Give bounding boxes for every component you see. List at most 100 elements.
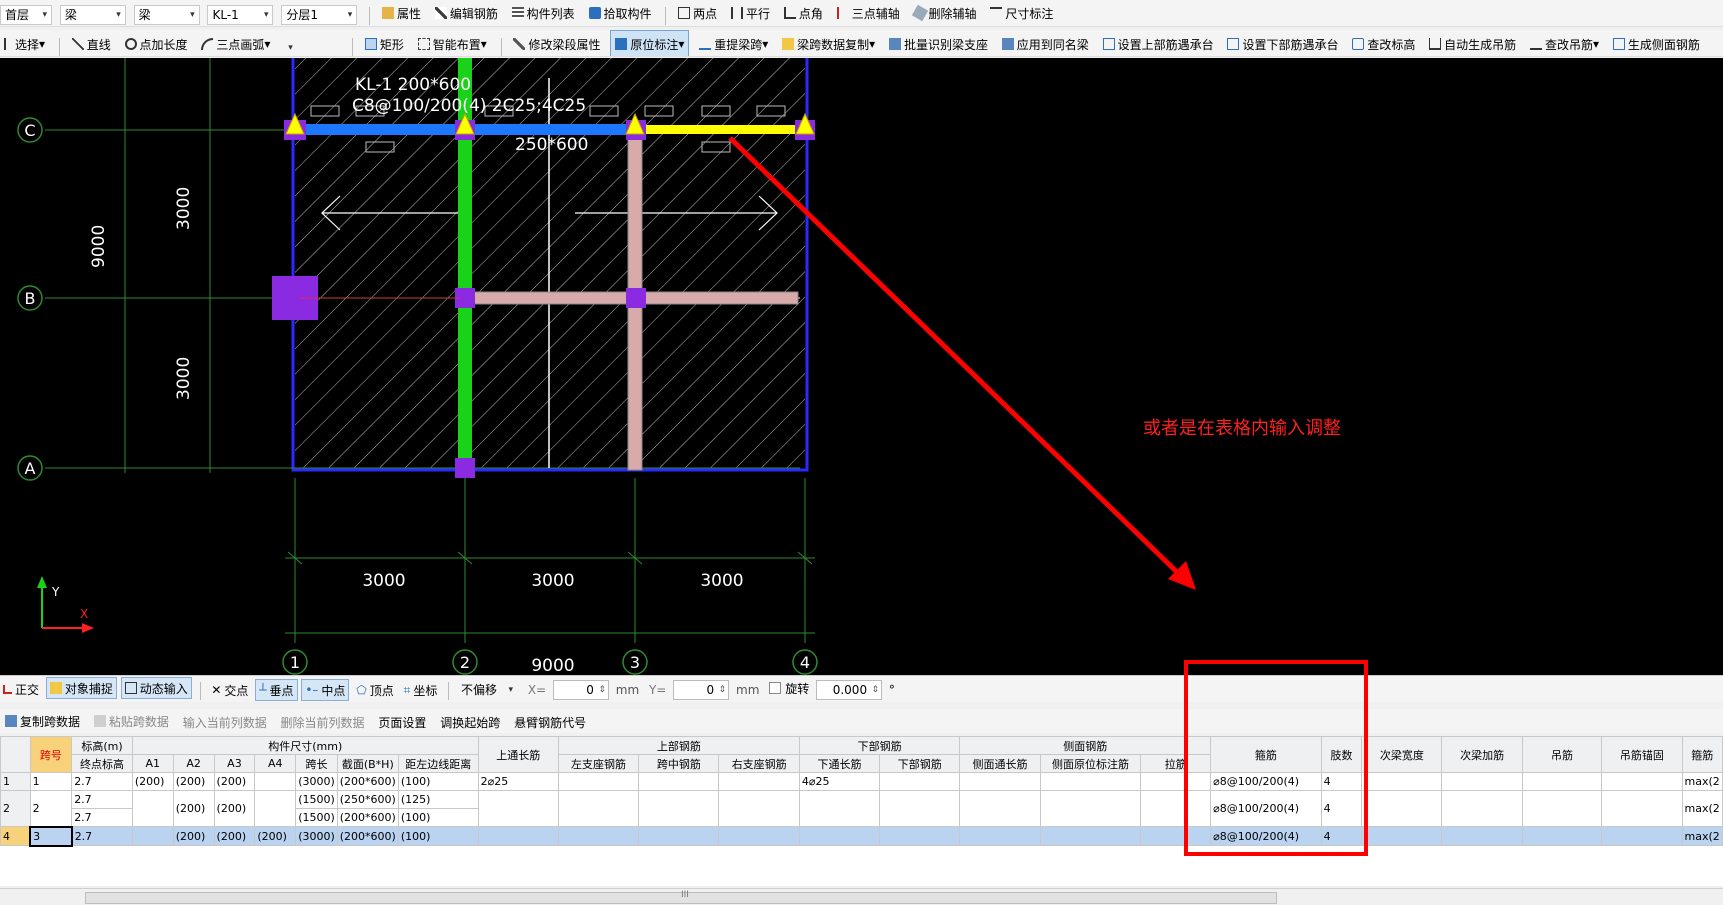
cell-bottom-through[interactable]: 4⌀25 [798, 772, 881, 791]
coordinate-snap[interactable]: ⌗ 坐标 [401, 679, 441, 703]
header-sec-add[interactable]: 次梁加筋 [1441, 736, 1523, 773]
cell-a1[interactable] [131, 826, 174, 846]
header-mid-span[interactable]: 跨中钢筋 [638, 754, 720, 773]
cell-a1[interactable] [131, 790, 174, 827]
cell-stirrup[interactable]: ⌀8@100/200(4) [1210, 826, 1322, 846]
check-hanger-button[interactable]: 查改吊筋 ▾ [1526, 31, 1603, 56]
cell-side-through[interactable] [959, 772, 1041, 791]
side-bar-button[interactable]: 生成侧面钢筋 [1609, 31, 1704, 56]
cell-edge[interactable]: (100) [397, 826, 479, 846]
modify-span-button[interactable]: 修改梁段属性 [509, 31, 604, 56]
line-button[interactable]: 直线 [68, 31, 115, 56]
header-legs[interactable]: 肢数 [1320, 736, 1363, 773]
table-row-selected[interactable]: 4 3 2.7 (200) (200) (200) (3000) (200*60… [0, 825, 1723, 847]
header-bottom-bar[interactable]: 下部钢筋 [879, 754, 961, 773]
header-stirrup-2[interactable]: 箍筋 [1681, 736, 1723, 773]
cell-hanger-anchor[interactable] [1601, 790, 1683, 827]
ortho-toggle[interactable]: 正交 [0, 678, 42, 702]
header-stirrup[interactable]: 箍筋 [1210, 736, 1322, 773]
parallel-button[interactable]: 平行 [727, 0, 774, 26]
header-bottom-through[interactable]: 下通长筋 [798, 754, 881, 773]
copy-span-data-button[interactable]: 复制跨数据 [0, 709, 85, 733]
header-edge-dist[interactable]: 距左边线距离 [397, 754, 479, 773]
cell-edge[interactable]: (100) [397, 808, 479, 827]
cell-span-len[interactable]: (3000) [295, 772, 338, 791]
cell-section[interactable]: (200*600) [336, 808, 399, 827]
set-top-button[interactable]: 设置上部筋遇承台 [1099, 31, 1218, 56]
header-side-origin[interactable]: 侧面原位标注筋 [1039, 754, 1142, 773]
cell-bottom-through[interactable] [798, 826, 881, 846]
batch-support-button[interactable]: 批量识别梁支座 [885, 31, 992, 56]
cell-hanger[interactable] [1521, 826, 1603, 846]
arc-button[interactable]: 三点画弧 ▾ [197, 31, 274, 56]
cell-section[interactable]: (250*600) [336, 790, 399, 809]
cell-a4[interactable] [254, 790, 297, 827]
cell-legs[interactable]: 4 [1320, 772, 1363, 791]
beam-yellow-selected[interactable] [636, 125, 806, 134]
y-input[interactable]: 0 [673, 680, 730, 700]
cell-legs[interactable]: 4 [1320, 826, 1363, 846]
cell-a3[interactable]: (200) [213, 790, 256, 827]
cell-hanger-anchor[interactable] [1601, 772, 1683, 791]
cell-stirrup-2[interactable]: max(2 [1681, 772, 1723, 791]
cell-mid-span[interactable] [638, 772, 720, 791]
cell-edge[interactable]: (100) [397, 772, 479, 791]
vertex-snap[interactable]: ⬠ 顶点 [353, 678, 396, 702]
drawing-canvas[interactable]: KL-1 200*600 C8@100/200(4) 2C25;4C25 250… [0, 51, 1723, 676]
cell-left-seat[interactable] [557, 790, 640, 827]
cell-side-origin[interactable] [1039, 826, 1142, 846]
origin-label-button[interactable]: 原位标注 ▾ [610, 30, 690, 56]
cell-right-seat[interactable] [718, 790, 800, 827]
header-side-through[interactable]: 侧面通长筋 [959, 754, 1041, 773]
header-hanger-anchor[interactable]: 吊筋锚固 [1601, 736, 1683, 773]
cell-top-through[interactable] [477, 826, 559, 846]
cantilever-code-button[interactable]: 悬臂钢筋代号 [509, 711, 591, 735]
point-length-button[interactable]: 点加长度 [121, 31, 192, 56]
cell-side-through[interactable] [959, 826, 1041, 846]
offset-mode-select[interactable]: 不偏移 [457, 680, 517, 700]
x-input[interactable]: 0 [552, 680, 609, 700]
auto-hanger-button[interactable]: 自动生成吊筋 [1425, 31, 1520, 56]
cell-end-elev[interactable]: 2.7 [71, 790, 133, 809]
rotate-input[interactable]: 0.000 [816, 680, 883, 700]
arc-mode-select[interactable] [280, 38, 340, 56]
two-point-button[interactable]: 两点 [674, 0, 721, 26]
cell-span-active[interactable]: 3 [29, 825, 73, 847]
paste-span-data-button[interactable]: 粘贴跨数据 [89, 709, 174, 733]
cell-stirrup-2[interactable]: max(2 [1681, 826, 1723, 846]
cell-a4[interactable]: (200) [254, 826, 297, 846]
header-top-through[interactable]: 上通长筋 [477, 736, 559, 773]
cell-sec-width[interactable] [1361, 772, 1443, 791]
header-left-seat[interactable]: 左支座钢筋 [557, 754, 640, 773]
cell-a3[interactable]: (200) [213, 772, 256, 791]
delete-axis-button[interactable]: 删除辅轴 [910, 0, 981, 26]
perpendicular-snap[interactable]: ┴ 垂点 [255, 679, 298, 701]
object-snap-toggle[interactable]: 对象捕捉 [45, 677, 117, 699]
cell-side-origin[interactable] [1039, 790, 1142, 827]
header-a2[interactable]: A2 [172, 754, 215, 773]
cell-stirrup-2[interactable]: max(2 [1681, 790, 1723, 827]
table-row[interactable]: 1 1 2.7 (200) (200) (200) (3000) (200*60… [0, 772, 1723, 791]
cell-right-seat[interactable] [718, 772, 800, 791]
cell-a3[interactable]: (200) [213, 826, 256, 846]
cell-left-seat[interactable] [557, 772, 640, 791]
subtype-select[interactable]: 梁 [133, 4, 200, 25]
select-button[interactable]: 选择 ▾ [0, 31, 49, 56]
edit-rebar-button[interactable]: 编辑钢筋 [431, 0, 502, 26]
header-a1[interactable]: A1 [131, 754, 174, 773]
dynamic-input-toggle[interactable]: 动态输入 [120, 677, 192, 699]
cell-stirrup[interactable]: ⌀8@100/200(4) [1210, 790, 1322, 827]
cell-right-seat[interactable] [718, 826, 800, 846]
cell-sec-width[interactable] [1361, 790, 1443, 827]
cell-legs[interactable]: 4 [1320, 790, 1363, 827]
cell-a2[interactable]: (200) [172, 826, 215, 846]
row-number[interactable]: 1 [0, 772, 31, 791]
cell-bottom-bar[interactable] [879, 772, 961, 791]
header-tie[interactable]: 拉筋 [1140, 754, 1212, 773]
category-select[interactable]: 梁 [59, 4, 126, 25]
dimension-button[interactable]: 尺寸标注 [986, 0, 1057, 26]
cell-end-elev[interactable]: 2.7 [71, 826, 133, 846]
cell-span-len[interactable]: (3000) [295, 826, 338, 846]
cell-top-through[interactable]: 2⌀25 [477, 772, 559, 791]
horizontal-scrollbar[interactable]: III [0, 888, 1723, 905]
